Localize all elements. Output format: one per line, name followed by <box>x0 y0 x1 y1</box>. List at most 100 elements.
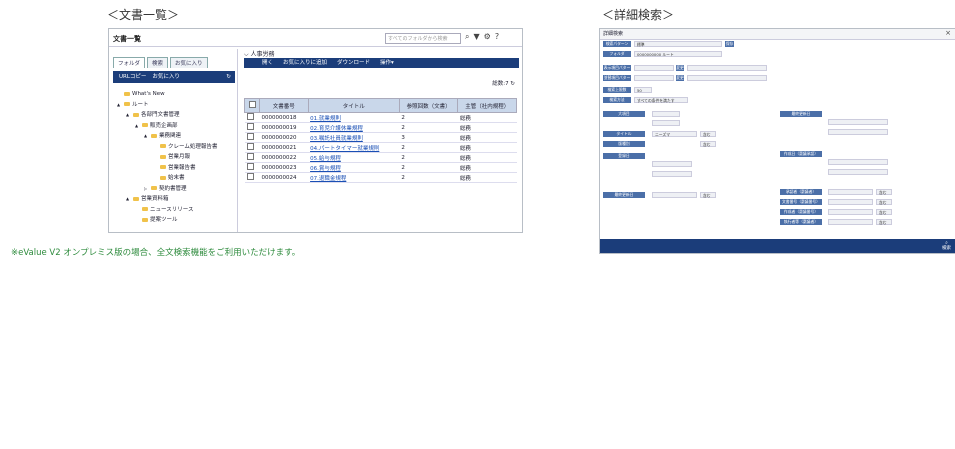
match-select[interactable]: 含む <box>700 192 716 198</box>
row-checkbox[interactable] <box>244 152 260 163</box>
table-row[interactable]: 0000000023 06.賞与規程 2 総務 <box>244 162 517 173</box>
row-checkbox[interactable] <box>244 132 260 143</box>
date-from[interactable] <box>828 119 888 125</box>
expand-icon[interactable]: ▲ <box>126 110 133 121</box>
change-button[interactable]: 変更 <box>676 75 684 81</box>
display-pattern-field[interactable] <box>634 65 674 71</box>
filter-icon[interactable]: ▼ <box>473 32 483 41</box>
breadcrumb-current: 人事労務 <box>250 51 275 58</box>
match-select[interactable]: 含む <box>700 141 716 147</box>
tree-item[interactable]: クレーム処理報告書 <box>113 142 217 153</box>
search-pattern-select[interactable]: 標準 <box>634 41 722 47</box>
folder-field[interactable]: 0000000000 ルート <box>634 51 722 57</box>
save-button[interactable]: 保存 <box>725 41 734 47</box>
column-header[interactable]: タイトル <box>307 98 400 113</box>
change-button[interactable]: 変更 <box>676 65 684 71</box>
tree-item[interactable]: What's New <box>113 89 217 100</box>
expand-icon[interactable]: ▲ <box>135 121 142 132</box>
tree-item[interactable]: 提案ツール <box>113 215 217 226</box>
date-to[interactable] <box>828 129 888 135</box>
document-title-link[interactable]: 06.賞与規程 <box>308 162 400 173</box>
row-checkbox[interactable] <box>244 162 260 173</box>
tree-item[interactable]: 始末書 <box>113 173 217 184</box>
sort-pattern-field[interactable] <box>634 75 674 81</box>
table-cell: 2 <box>399 172 458 183</box>
toolbar-open[interactable]: 開く <box>262 60 273 66</box>
label-user: 執行者等（稟議者） <box>780 219 822 225</box>
date-to[interactable] <box>652 171 692 177</box>
dialog-footer: ⌕ 検索 <box>600 239 955 253</box>
expand-icon[interactable]: ▲ <box>117 100 124 111</box>
approver-input[interactable] <box>828 209 873 215</box>
match-select[interactable]: 含む <box>876 209 892 215</box>
count-select[interactable]: 50 <box>634 87 652 93</box>
help-icon[interactable]: ? <box>495 32 503 41</box>
date-to[interactable] <box>828 169 888 175</box>
tree-item[interactable]: ニュースリリース <box>113 205 217 216</box>
tab-favorites[interactable]: お気に入り <box>170 57 208 68</box>
search-input[interactable]: すべてのフォルダから検索 <box>385 33 461 44</box>
column-header[interactable]: 文書番号 <box>259 98 309 113</box>
refresh-icon[interactable]: ↻ <box>226 71 231 83</box>
condition-field[interactable] <box>652 120 680 126</box>
tree-item[interactable]: 営業月報 <box>113 152 217 163</box>
close-icon[interactable]: × <box>945 29 951 37</box>
toolbar-add-favorite[interactable]: お気に入りに追加 <box>283 60 327 66</box>
column-header[interactable]: 参照回数（文書） <box>398 98 459 113</box>
document-title-link[interactable]: 04.パートタイマー就業規則 <box>308 142 400 153</box>
match-select[interactable]: 含む <box>876 189 892 195</box>
table-row[interactable]: 0000000019 02.育児介護休業規程 2 総務 <box>244 122 517 133</box>
title-input[interactable]: ニーズマ <box>652 131 697 137</box>
date-from[interactable] <box>652 161 692 167</box>
tree-item[interactable]: ▷ 契約書管理 <box>113 184 217 195</box>
keyword-input[interactable] <box>652 192 697 198</box>
add-favorite-button[interactable]: お気に入り <box>152 74 180 80</box>
tree-item[interactable]: ▲ 各部門文書管理 <box>113 110 217 121</box>
row-checkbox[interactable] <box>244 112 260 123</box>
document-title-link[interactable]: 02.育児介護休業規程 <box>308 122 400 133</box>
match-select[interactable]: 含む <box>876 219 892 225</box>
column-header[interactable]: 主管（社内規程） <box>457 98 517 113</box>
method-select[interactable]: すべての条件を満たす <box>634 97 688 103</box>
applicant-input[interactable] <box>828 189 873 195</box>
date-from[interactable] <box>828 159 888 165</box>
tab-search[interactable]: 検索 <box>147 57 169 68</box>
row-checkbox[interactable] <box>244 142 260 153</box>
tab-folder[interactable]: フォルダ <box>113 57 146 68</box>
expand-icon[interactable]: ▲ <box>144 131 151 142</box>
tree-item[interactable]: ▲ 営業資料箱 <box>113 194 217 205</box>
toolbar-operations[interactable]: 操作▾ <box>380 60 394 66</box>
document-title-link[interactable]: 07.退職金規程 <box>308 172 400 183</box>
refresh-icon[interactable]: ↻ <box>510 81 515 87</box>
search-button[interactable]: ⌕ 検索 <box>942 241 951 251</box>
table-row[interactable]: 0000000022 05.給与規程 2 総務 <box>244 152 517 163</box>
table-row[interactable]: 0000000020 03.嘱託社員就業規則 3 総務 <box>244 132 517 143</box>
expand-icon[interactable]: ▷ <box>144 184 151 195</box>
tree-item[interactable]: 営業報告書 <box>113 163 217 174</box>
table-row[interactable]: 0000000024 07.退職金規程 2 総務 <box>244 172 517 183</box>
detail-search-screenshot: 詳細検索 × 検索パターン 標準 保存 フォルダ 0000000000 ルート … <box>599 28 955 254</box>
tree-item-label: What's New <box>132 91 165 97</box>
row-checkbox[interactable] <box>244 122 260 133</box>
user-input[interactable] <box>828 219 873 225</box>
table-row[interactable]: 0000000021 04.パートタイマー就業規則 2 総務 <box>244 142 517 153</box>
document-title-link[interactable]: 01.就業規則 <box>308 112 400 123</box>
toolbar-download[interactable]: ダウンロード <box>337 60 370 66</box>
table-row[interactable]: 0000000018 01.就業規則 2 総務 <box>244 112 517 123</box>
tree-item[interactable]: ▲ 業務関連 <box>113 131 217 142</box>
match-select[interactable]: 含む <box>876 199 892 205</box>
row-checkbox[interactable] <box>244 172 260 183</box>
select-all-checkbox[interactable] <box>244 98 260 113</box>
document-title-link[interactable]: 05.給与規程 <box>308 152 400 163</box>
gear-icon[interactable]: ⚙ <box>484 32 495 41</box>
expand-icon[interactable]: ▲ <box>126 194 133 205</box>
tree-item[interactable]: ▲ ルート <box>113 100 217 111</box>
table-cell: 0000000021 <box>259 142 309 153</box>
doc-no-input[interactable] <box>828 199 873 205</box>
table-cell: 2 <box>399 162 458 173</box>
tree-item[interactable]: ▲ 販売企画部 <box>113 121 217 132</box>
match-select[interactable]: 含む <box>700 131 716 137</box>
document-title-link[interactable]: 03.嘱託社員就業規則 <box>308 132 400 143</box>
url-copy-button[interactable]: URLコピー <box>119 74 146 80</box>
condition-field[interactable] <box>652 111 680 117</box>
